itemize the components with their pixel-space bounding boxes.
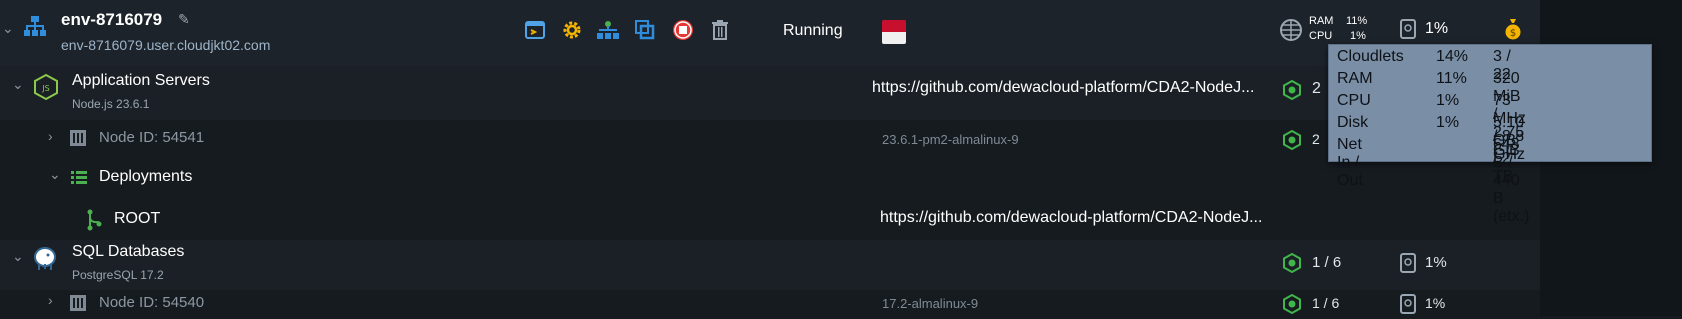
postgresql-elephant-icon (32, 246, 58, 277)
globe-network-icon[interactable] (1280, 19, 1302, 46)
region-flag-icon (882, 20, 906, 44)
deployments-list-icon (71, 171, 87, 190)
environment-name[interactable]: env-8716079 (61, 10, 162, 30)
tooltip-metric-name: CPU (1337, 92, 1371, 109)
cloudlets-count: 1 / 6 (1312, 295, 1340, 311)
stop-environment-icon[interactable] (671, 18, 695, 42)
sql-node-row[interactable]: › Node ID: 54540 17.2-almalinux-9 1 / 6 … (0, 290, 1540, 316)
disk-icon (1400, 294, 1416, 319)
tooltip-metric-name: RAM (1337, 70, 1373, 87)
ram-label: RAM (1309, 15, 1334, 27)
node-server-icon (70, 295, 86, 316)
tooltip-metric-pct: 11% (1436, 70, 1467, 87)
sql-databases-group[interactable]: ⌄ SQL Databases PostgreSQL 17.2 1 / 6 1% (0, 240, 1540, 290)
chevron-right-icon[interactable]: › (48, 128, 53, 144)
cpu-label: CPU (1309, 30, 1333, 42)
svg-text:$: $ (1510, 28, 1516, 39)
root-source-url[interactable]: https://github.com/dewacloud-platform/CD… (880, 209, 1262, 227)
root-context-row[interactable]: ROOT https://github.com/dewacloud-platfo… (0, 200, 1540, 240)
open-in-browser-icon[interactable] (523, 18, 547, 42)
tooltip-metric-name: Disk (1337, 114, 1369, 131)
delete-trash-icon[interactable] (708, 18, 732, 42)
group-subtitle: PostgreSQL 17.2 (72, 268, 164, 282)
disk-usage-value: 1% (1425, 295, 1446, 311)
environment-domain-link[interactable]: env-8716079.user.cloudjkt02.com (61, 37, 270, 53)
tooltip-metric-name: Net In / Out (1337, 136, 1363, 189)
tooltip-metric-pct: 1% (1436, 114, 1460, 131)
environment-status: Running (783, 22, 843, 39)
settings-gear-icon[interactable] (560, 18, 584, 42)
cpu-value: 1% (1350, 30, 1366, 42)
tooltip-metric-value: 648 B / 440 B (etx.) (1493, 136, 1530, 225)
cloudlets-count: 2 (1312, 131, 1320, 147)
group-subtitle: Node.js 23.6.1 (72, 97, 150, 111)
root-title[interactable]: ROOT (114, 210, 160, 228)
application-servers-group[interactable]: ⌄ JS Application Servers Node.js 23.6.1 … (0, 66, 1540, 120)
deployments-row[interactable]: ⌄ Deployments (0, 160, 1540, 200)
chevron-down-icon[interactable]: ⌄ (2, 20, 14, 37)
node-id-label[interactable]: Node ID: 54541 (99, 129, 204, 146)
tooltip-metric-pct: 1% (1436, 92, 1460, 109)
clone-environment-icon[interactable] (633, 18, 657, 42)
node-tag: 17.2-almalinux-9 (882, 296, 979, 311)
chevron-down-icon[interactable]: ⌄ (12, 76, 24, 93)
tooltip-metric-name: Cloudlets (1337, 48, 1404, 65)
disk-icon (1400, 19, 1416, 44)
cloudlets-hex-icon (1282, 293, 1302, 319)
chevron-right-icon[interactable]: › (48, 292, 53, 308)
cloudlets-hex-icon (1282, 252, 1302, 278)
chevron-down-icon[interactable]: ⌄ (12, 248, 24, 265)
node-server-icon (70, 130, 86, 151)
rename-pencil-icon[interactable]: ✎ (178, 11, 190, 28)
group-title: Application Servers (72, 72, 210, 89)
git-branch-icon (86, 209, 102, 236)
disk-icon (1400, 253, 1416, 278)
environment-row[interactable]: ⌄ env-8716079 ✎ env-8716079.user.cloudjk… (0, 0, 1540, 67)
ram-value: 11% (1346, 15, 1368, 27)
chevron-down-icon[interactable]: ⌄ (49, 166, 61, 183)
cloudlets-count: 1 / 6 (1312, 254, 1342, 271)
app-node-row[interactable]: › Node ID: 54541 23.6.1-pm2-almalinux-9 … (0, 120, 1540, 160)
change-topology-icon[interactable] (596, 18, 620, 42)
cloudlets-count: 2 (1312, 80, 1321, 97)
svg-text:JS: JS (41, 84, 49, 93)
disk-usage-value: 1% (1425, 20, 1449, 37)
disk-usage-value: 1% (1425, 254, 1447, 271)
tooltip-metric-pct: 14% (1436, 48, 1469, 65)
cloudlets-hex-icon (1282, 79, 1302, 105)
environment-topology-icon (24, 16, 46, 41)
node-tag: 23.6.1-pm2-almalinux-9 (882, 132, 1019, 147)
deployment-source-url[interactable]: https://github.com/dewacloud-platform/CD… (872, 79, 1254, 97)
node-id-label[interactable]: Node ID: 54540 (99, 294, 204, 311)
deployments-title: Deployments (99, 168, 193, 185)
billing-money-bag-icon[interactable]: $ (1504, 18, 1522, 45)
usage-tooltip: Cloudlets 14% 3 / 22 RAM 11% 320 MiB / 2… (1328, 44, 1652, 225)
group-title: SQL Databases (72, 243, 185, 260)
cloudlets-hex-icon (1282, 129, 1302, 155)
nodejs-icon: JS (34, 73, 58, 105)
